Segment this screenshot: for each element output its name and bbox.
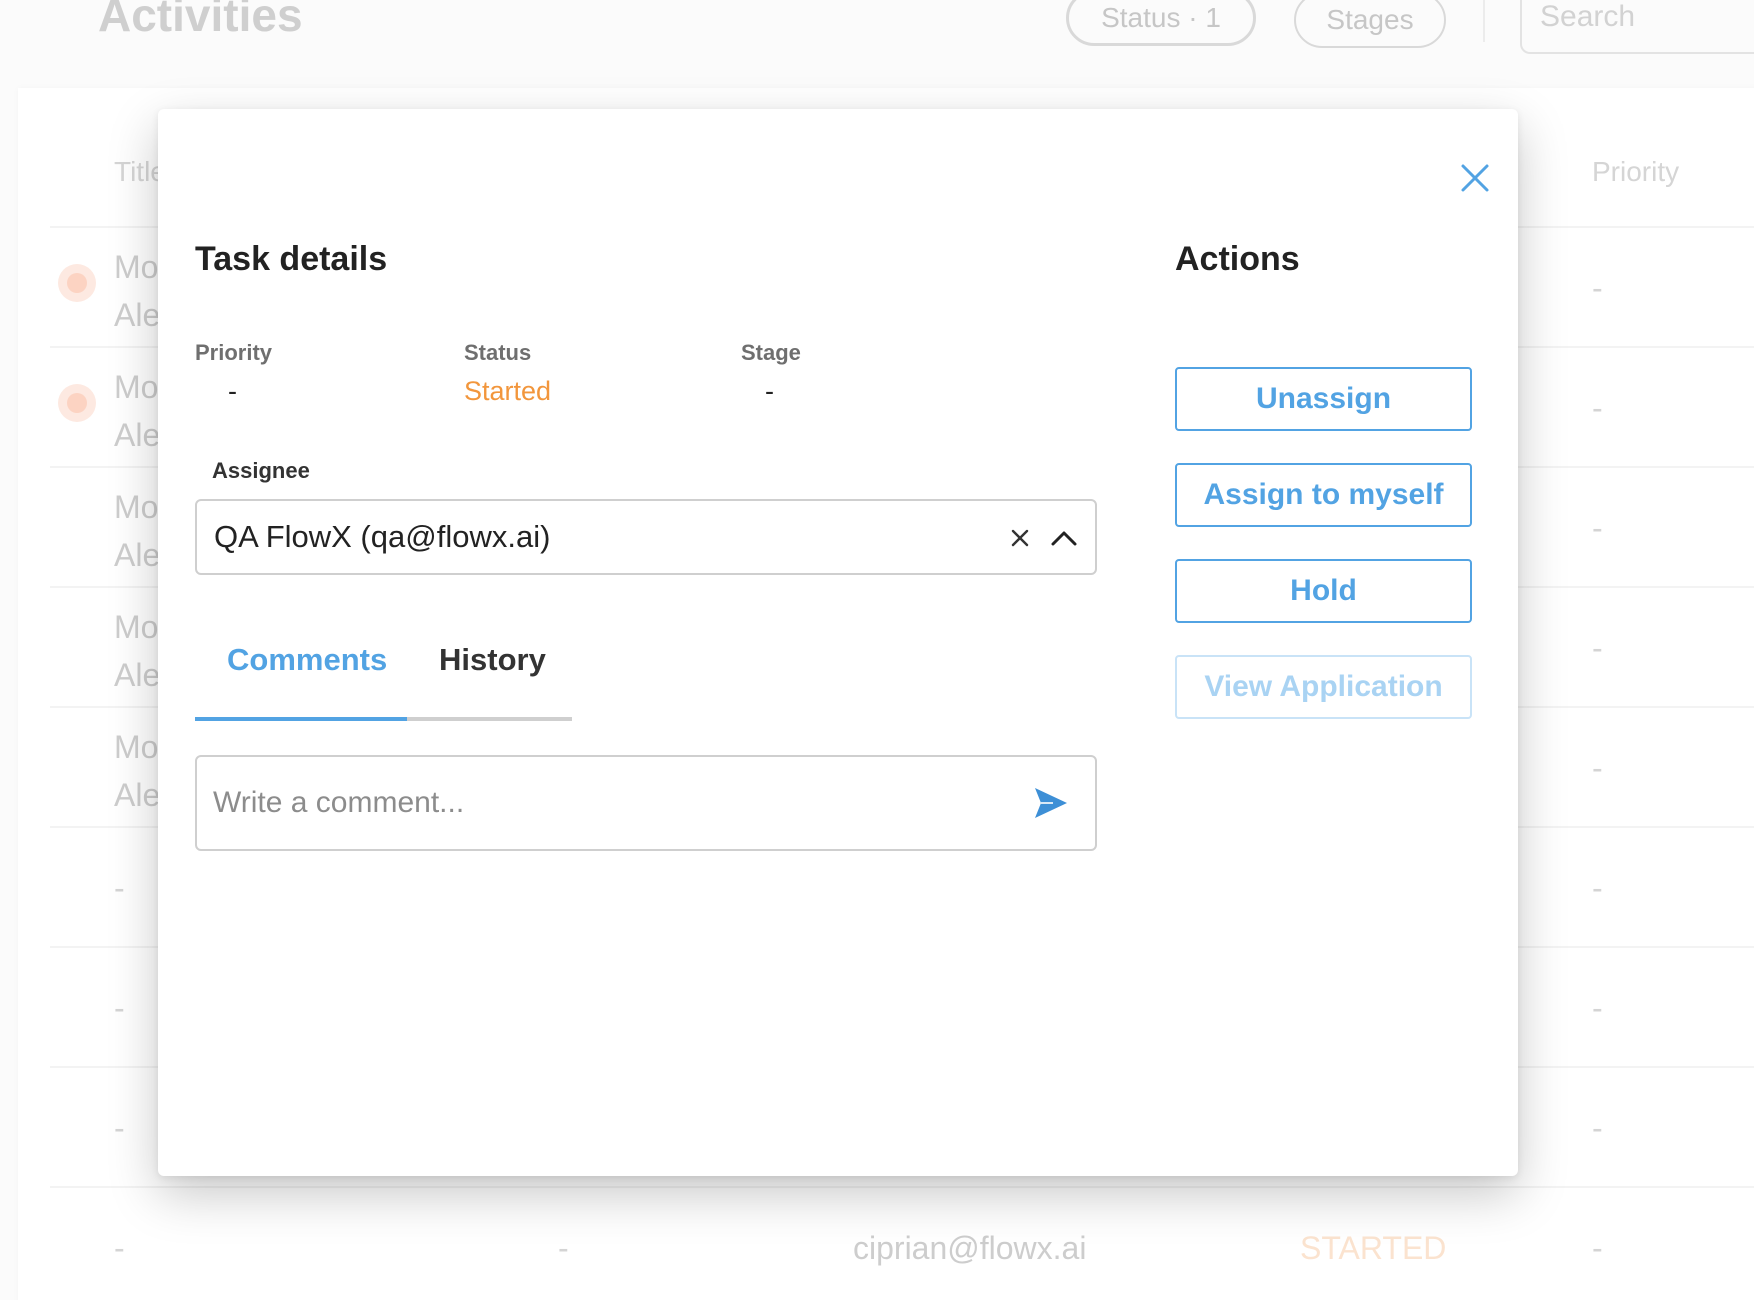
active-tab-indicator [195, 717, 407, 721]
row-subtitle: Ale [114, 297, 161, 333]
assignee-select[interactable]: QA FlowX (qa@flowx.ai) [195, 499, 1097, 575]
hold-button[interactable]: Hold [1175, 559, 1472, 623]
status-dot-icon [58, 384, 96, 422]
row-title: Mo [114, 249, 159, 285]
status-value: Started [464, 376, 552, 406]
close-button[interactable] [1452, 155, 1498, 201]
comment-input[interactable] [213, 775, 993, 831]
task-details-heading: Task details [195, 240, 388, 278]
row-priority: - [1592, 270, 1603, 306]
priority-label: Priority [195, 340, 273, 365]
row-title: Mo [114, 729, 159, 765]
assignee-label: Assignee [212, 458, 310, 483]
stages-filter-pill[interactable]: Stages [1294, 0, 1446, 48]
row-title: Mo [114, 369, 159, 405]
row-subtitle: Ale [114, 537, 161, 573]
row-title: Mo [114, 489, 159, 525]
row-subtitle: Ale [114, 417, 161, 453]
stage-value: - [765, 376, 774, 406]
priority-value: - [228, 376, 237, 406]
chevron-up-icon[interactable] [1047, 521, 1081, 555]
close-icon [1461, 164, 1489, 192]
tab-history[interactable]: History [439, 642, 546, 678]
row-priority: - [1592, 390, 1603, 426]
view-application-button[interactable]: View Application [1175, 655, 1472, 719]
row-priority: - [1592, 990, 1603, 1026]
task-details-modal: Task details Actions Priority - Status S… [158, 109, 1518, 1176]
row-subtitle: Ale [114, 777, 161, 813]
row-priority: - [1592, 750, 1603, 786]
status-label: Status [464, 340, 532, 365]
stage-label: Stage [741, 340, 801, 365]
row-title: - [114, 990, 125, 1026]
header-divider [1483, 0, 1485, 42]
row-priority: - [1592, 1110, 1603, 1146]
status-filter-pill[interactable]: Status · 1 [1066, 0, 1256, 46]
clear-icon[interactable] [1005, 523, 1035, 553]
page-title: Activities [98, 0, 303, 41]
row-title: - [114, 1110, 125, 1146]
assign-to-myself-button[interactable]: Assign to myself [1175, 463, 1472, 527]
row-title: - [114, 1230, 125, 1266]
search-input[interactable]: Search [1520, 0, 1754, 54]
row-priority: - [1592, 1230, 1603, 1266]
status-dot-icon [58, 264, 96, 302]
actions-heading: Actions [1175, 240, 1300, 278]
row-priority: - [1592, 630, 1603, 666]
row-title: Mo [114, 609, 159, 645]
row-status: STARTED [1300, 1230, 1447, 1266]
row-column-2: - [558, 1230, 569, 1266]
tab-comments[interactable]: Comments [227, 642, 387, 678]
row-priority: - [1592, 870, 1603, 906]
comment-field [195, 755, 1097, 851]
send-icon[interactable] [1033, 785, 1069, 821]
row-assignee: ciprian@flowx.ai [853, 1230, 1087, 1266]
unassign-button[interactable]: Unassign [1175, 367, 1472, 431]
table-row[interactable]: - - ciprian@flowx.ai STARTED - [50, 1186, 1754, 1300]
row-subtitle: Ale [114, 657, 161, 693]
assignee-value: QA FlowX (qa@flowx.ai) [214, 519, 551, 554]
row-priority: - [1592, 510, 1603, 546]
row-title: - [114, 870, 125, 906]
column-header-priority: Priority [1592, 156, 1680, 187]
